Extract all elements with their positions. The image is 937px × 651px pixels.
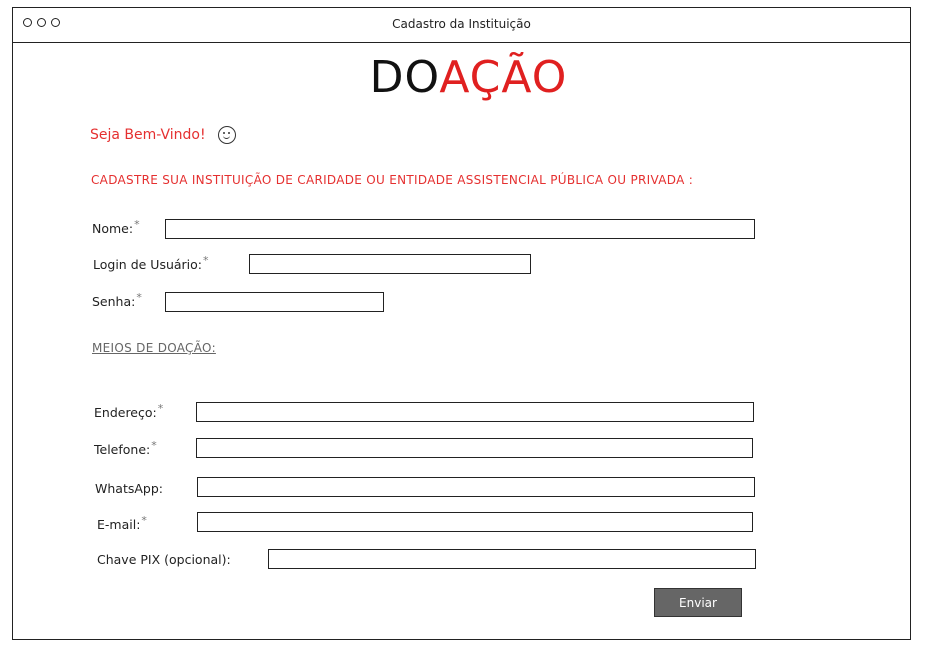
email-label: E-mail:*	[97, 514, 147, 532]
required-mark: *	[136, 291, 142, 304]
phone-label: Telefone:*	[94, 439, 157, 457]
window-title: Cadastro da Instituição	[392, 17, 531, 31]
email-field-box	[197, 512, 753, 533]
required-mark: *	[203, 254, 209, 267]
whatsapp-label: WhatsApp:	[95, 481, 163, 496]
password-input[interactable]	[166, 295, 383, 313]
login-label: Login de Usuário:*	[93, 254, 209, 272]
pix-label: Chave PIX (opcional):	[97, 552, 231, 567]
whatsapp-label-text: WhatsApp:	[95, 481, 163, 496]
login-field-box	[249, 254, 531, 275]
address-label: Endereço:*	[94, 402, 164, 420]
required-mark: *	[151, 439, 157, 452]
phone-input[interactable]	[197, 441, 752, 459]
address-input[interactable]	[197, 405, 753, 423]
welcome-text: Seja Bem-Vindo!	[90, 127, 206, 143]
pix-field-box	[268, 549, 756, 570]
title-bar: Cadastro da Instituição	[13, 8, 910, 43]
password-field-box	[165, 292, 384, 313]
name-label-text: Nome:	[92, 221, 134, 236]
welcome-message: Seja Bem-Vindo!	[90, 126, 236, 144]
name-label: Nome:*	[92, 218, 140, 236]
pix-label-text: Chave PIX (opcional):	[97, 552, 231, 567]
address-label-text: Endereço:	[94, 405, 157, 420]
logo-part-black: DO	[369, 52, 440, 103]
phone-field-box	[196, 438, 753, 459]
logo-part-red: AÇÃO	[439, 52, 568, 103]
login-label-text: Login de Usuário:	[93, 257, 203, 272]
email-input[interactable]	[198, 515, 752, 533]
name-field-box	[165, 219, 755, 240]
form-heading: CADASTRE SUA INSTITUIÇÃO DE CARIDADE OU …	[91, 173, 694, 187]
required-mark: *	[141, 514, 147, 527]
password-label-text: Senha:	[92, 294, 136, 309]
password-label: Senha:*	[92, 291, 142, 309]
smiley-face-icon	[217, 126, 236, 144]
pix-input[interactable]	[269, 552, 755, 570]
address-field-box	[196, 402, 754, 423]
submit-button[interactable]: Enviar	[654, 588, 742, 617]
phone-label-text: Telefone:	[94, 442, 151, 457]
whatsapp-field-box	[197, 477, 755, 498]
required-mark: *	[134, 218, 140, 231]
whatsapp-input[interactable]	[198, 480, 754, 498]
donation-section-title: MEIOS DE DOAÇÃO:	[92, 341, 216, 355]
name-input[interactable]	[166, 222, 754, 240]
required-mark: *	[157, 402, 164, 415]
login-input[interactable]	[250, 257, 530, 275]
email-label-text: E-mail:	[97, 517, 141, 532]
app-logo: DOAÇÃO	[0, 48, 937, 108]
